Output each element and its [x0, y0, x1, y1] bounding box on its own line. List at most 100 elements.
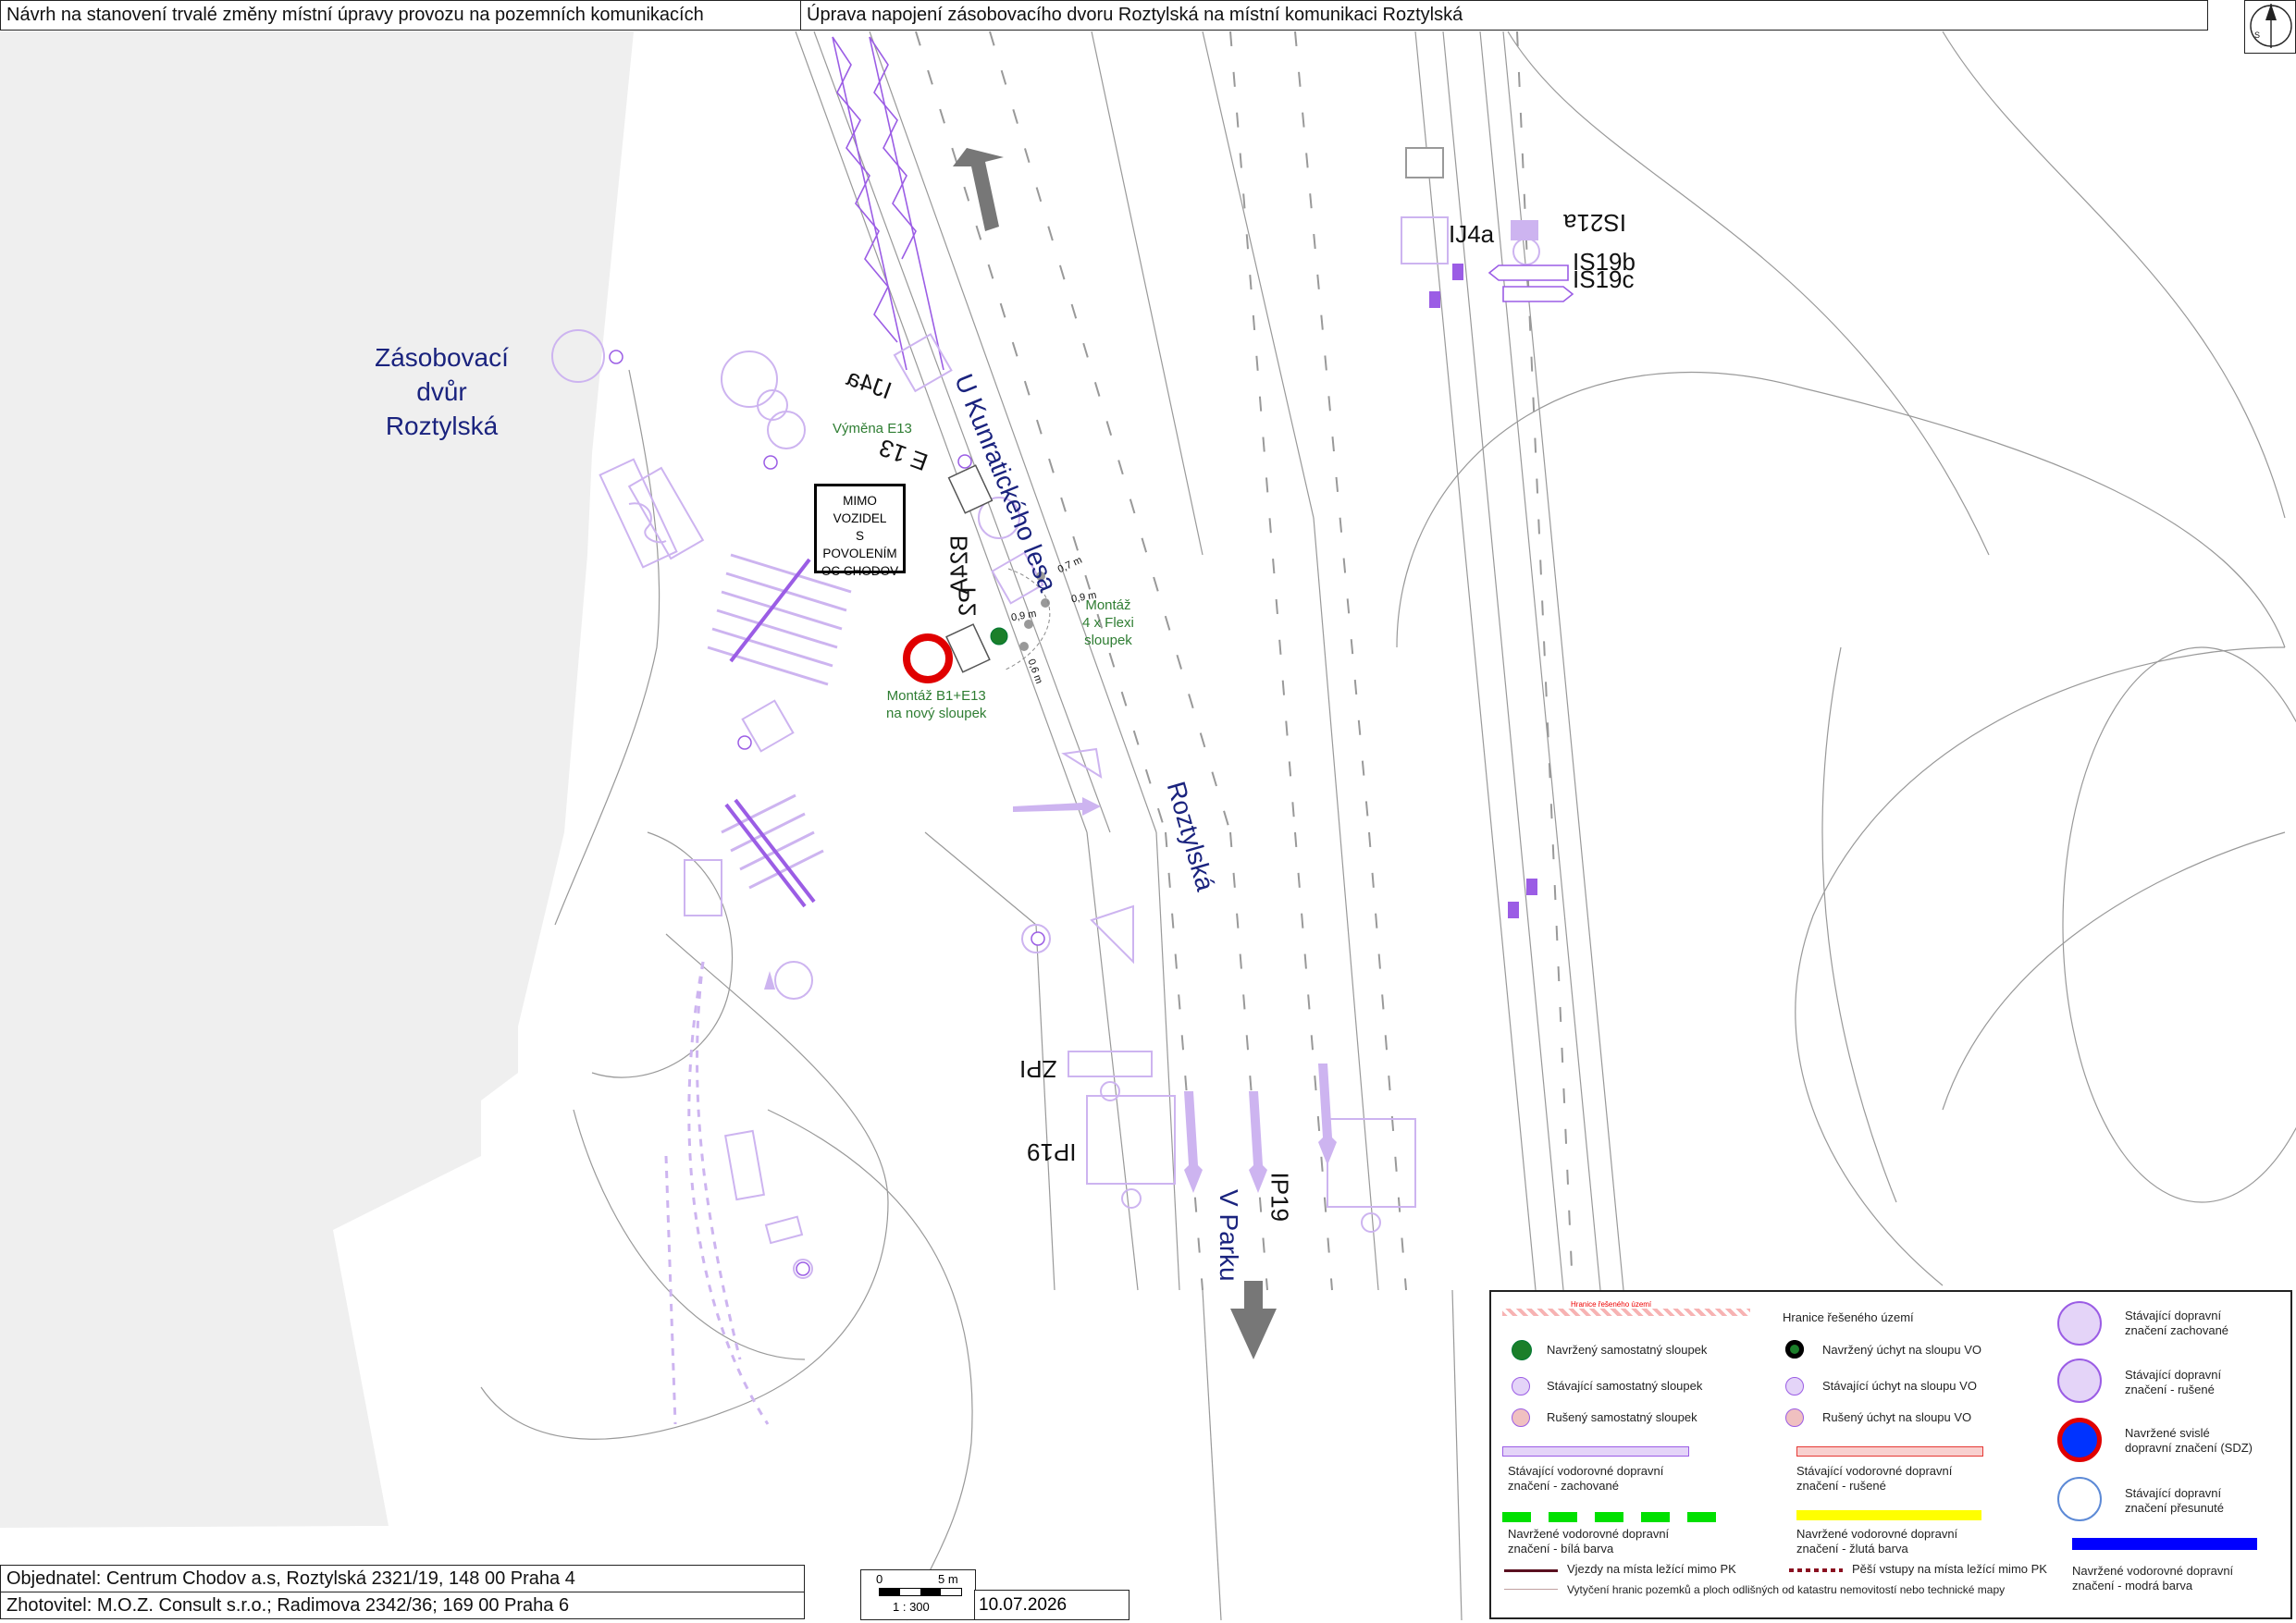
legend-horiz-white-line1: Navržené vodorovné dopravní — [1508, 1527, 1670, 1541]
existing-post-icon — [1512, 1377, 1530, 1396]
parcel-swatch — [1504, 1589, 1558, 1590]
kerb-marking — [664, 961, 770, 1425]
cancelled-mount-icon — [1785, 1408, 1804, 1427]
horiz-blue-swatch — [2072, 1538, 2257, 1550]
new-mount-icon — [1785, 1340, 1804, 1359]
yard-label-line3: Roztylská — [385, 412, 499, 440]
note-vymena-e13: Výměna E13 — [833, 421, 912, 436]
legend-ped-outside: Pěší vstupy na místa ležící mimo PK — [1852, 1562, 2047, 1576]
legend-existing-kept-line1: Stávající dopravní — [2125, 1309, 2222, 1322]
new-post-icon — [1512, 1340, 1532, 1360]
legend-existing-moved-line1: Stávající dopravní — [2125, 1486, 2222, 1500]
compass-letter: S — [2254, 31, 2261, 40]
is19-signs — [1487, 264, 1574, 302]
zigzag-marking — [832, 36, 944, 371]
yard-label: Zásobovací dvůr Roztylská — [361, 340, 523, 443]
cancelled-post-icon — [1512, 1408, 1530, 1427]
legend-horiz-white: Navržené vodorovné dopravní značení - bí… — [1508, 1527, 1669, 1556]
yard-markings — [599, 147, 1444, 1201]
note-montaz-b1-line2: na nový sloupek — [886, 706, 987, 721]
legend-horiz-kept-line2: značení - zachované — [1508, 1479, 1619, 1493]
legend-boundary-small: Hranice řešeného území — [1571, 1300, 1652, 1309]
note-montaz-b1-line1: Montáž B1+E13 — [886, 688, 986, 704]
legend-horiz-cancelled-line1: Stávající vodorovné dopravní — [1796, 1464, 1953, 1478]
legend-existing-cancelled: Stávající dopravní značení - rušené — [2125, 1368, 2221, 1397]
scale-graphic — [879, 1588, 962, 1596]
legend-new-vertical: Navržené svislé dopravní značení (SDZ) — [2125, 1426, 2253, 1456]
bike-pictograms — [1429, 220, 1538, 918]
legend-horiz-kept: Stávající vodorovné dopravní značení - z… — [1508, 1464, 1663, 1494]
legend-entry-outside: Vjezdy na místa ležící mimo PK — [1567, 1562, 1736, 1576]
legend-new-mount: Navržený úchyt na sloupu VO — [1822, 1343, 1981, 1357]
note-montaz-flexi-line2: 4 x Flexi — [1082, 615, 1134, 631]
legend-existing-cancelled-line1: Stávající dopravní — [2125, 1368, 2222, 1382]
plate-line4: OC CHODOV — [821, 564, 899, 578]
plate-line2: VOZIDEL — [833, 511, 887, 525]
legend-boundary: Hranice řešeného území — [1783, 1310, 1914, 1324]
note-montaz-b1: Montáž B1+E13 na nový sloupek — [886, 687, 986, 722]
sign-label-is21a: IS21a — [1563, 209, 1626, 237]
existing-kept-icon — [2057, 1301, 2102, 1346]
sign-label-ij4a-right: IJ4a — [1449, 220, 1495, 248]
legend-horiz-kept-line1: Stávající vodorovné dopravní — [1508, 1464, 1664, 1478]
legend-existing-kept: Stávající dopravní značení zachované — [2125, 1309, 2228, 1338]
yard-label-line1: Zásobovací — [375, 343, 509, 372]
horiz-kept-swatch — [1502, 1446, 1689, 1457]
legend-existing-cancelled-line2: značení - rušené — [2125, 1383, 2215, 1396]
scale-five: 5 m — [938, 1572, 958, 1586]
street-label-v-parku: V Parku — [1215, 1189, 1243, 1282]
existing-moved-icon — [2057, 1477, 2102, 1521]
sign-label-zpi: ZPI — [1019, 1055, 1057, 1083]
existing-mount-icon — [1785, 1377, 1804, 1396]
crosswalk — [707, 553, 852, 890]
note-montaz-flexi: Montáž 4 x Flexi sloupek — [1082, 596, 1134, 649]
sign-label-is19c: IS19c — [1573, 265, 1635, 293]
yard-label-line2: dvůr — [416, 377, 467, 406]
legend-horiz-yellow-line2: značení - žlutá barva — [1796, 1542, 1908, 1555]
legend-existing-mount: Stávající úchyt na sloupu VO — [1822, 1379, 1977, 1393]
plate-line3: S POVOLENÍM — [822, 529, 897, 560]
new-mount-marker — [990, 627, 1008, 646]
compass-box — [2244, 0, 2296, 54]
header-left-title: Návrh na stanovení trvalé změny místní ú… — [0, 0, 802, 31]
legend-parcel-boundary: Vytyčení hranic pozemků a ploch odlišnýc… — [1567, 1583, 2006, 1596]
legend-cancelled-mount: Rušený úchyt na sloupu VO — [1822, 1410, 1972, 1424]
horiz-cancelled-swatch — [1796, 1446, 1983, 1457]
sign-label-p2: P2 — [953, 586, 981, 617]
note-montaz-flexi-line3: sloupek — [1084, 633, 1132, 648]
sign-label-b24a: B24A — [944, 535, 973, 595]
ped-swatch — [1789, 1568, 1843, 1572]
legend-horiz-yellow: Navržené vodorovné dopravní značení - žl… — [1796, 1527, 1957, 1556]
legend-existing-moved-line2: značení přesunuté — [2125, 1501, 2224, 1515]
sign-label-ip19-right: IP19 — [1265, 1172, 1294, 1223]
sign-label-ip19-left: IP19 — [1027, 1138, 1077, 1166]
legend-horiz-cancelled-line2: značení - rušené — [1796, 1479, 1886, 1493]
supplementary-plate: MIMO VOZIDEL S POVOLENÍM OC CHODOV — [814, 484, 906, 578]
legend-horiz-blue: Navržené vodorovné dopravní značení - mo… — [2072, 1564, 2233, 1593]
scale-bar: 0 5 m 1 : 300 — [860, 1569, 976, 1620]
date: 10.07.2026 — [979, 1595, 1068, 1615]
date-box: 10.07.2026 — [974, 1590, 1129, 1620]
legend-existing-kept-line2: značení zachované — [2125, 1323, 2229, 1337]
legend-horiz-yellow-line1: Navržené vodorovné dopravní — [1796, 1527, 1958, 1541]
building-area — [0, 31, 634, 1528]
legend-existing-moved: Stávající dopravní značení přesunuté — [2125, 1486, 2224, 1516]
legend: Hranice řešeného území Hranice řešeného … — [1489, 1290, 2292, 1619]
legend-new-post: Navržený samostatný sloupek — [1547, 1343, 1708, 1357]
legend-horiz-white-line2: značení - bílá barva — [1508, 1542, 1614, 1555]
client-info: Objednatel: Centrum Chodov a.s, Roztylsk… — [0, 1565, 805, 1592]
new-vertical-icon — [2057, 1418, 2102, 1462]
legend-cancelled-post: Rušený samostatný sloupek — [1547, 1410, 1697, 1424]
new-b1-sign — [903, 633, 953, 683]
direction-arrows — [953, 148, 1277, 1359]
scale-ratio: 1 : 300 — [893, 1600, 930, 1614]
road-arrows — [764, 797, 1337, 1193]
legend-new-vertical-line1: Navržené svislé — [2125, 1426, 2210, 1440]
scale-zero: 0 — [876, 1572, 883, 1586]
legend-horiz-blue-line1: Navržené vodorovné dopravní — [2072, 1564, 2234, 1578]
legend-horiz-cancelled: Stávající vodorovné dopravní značení - r… — [1796, 1464, 1952, 1494]
header-right-title: Úprava napojení zásobovacího dvoru Rozty… — [800, 0, 2208, 31]
horiz-yellow-swatch — [1796, 1510, 1981, 1520]
legend-existing-post: Stávající samostatný sloupek — [1547, 1379, 1703, 1393]
legend-horiz-blue-line2: značení - modrá barva — [2072, 1579, 2193, 1592]
